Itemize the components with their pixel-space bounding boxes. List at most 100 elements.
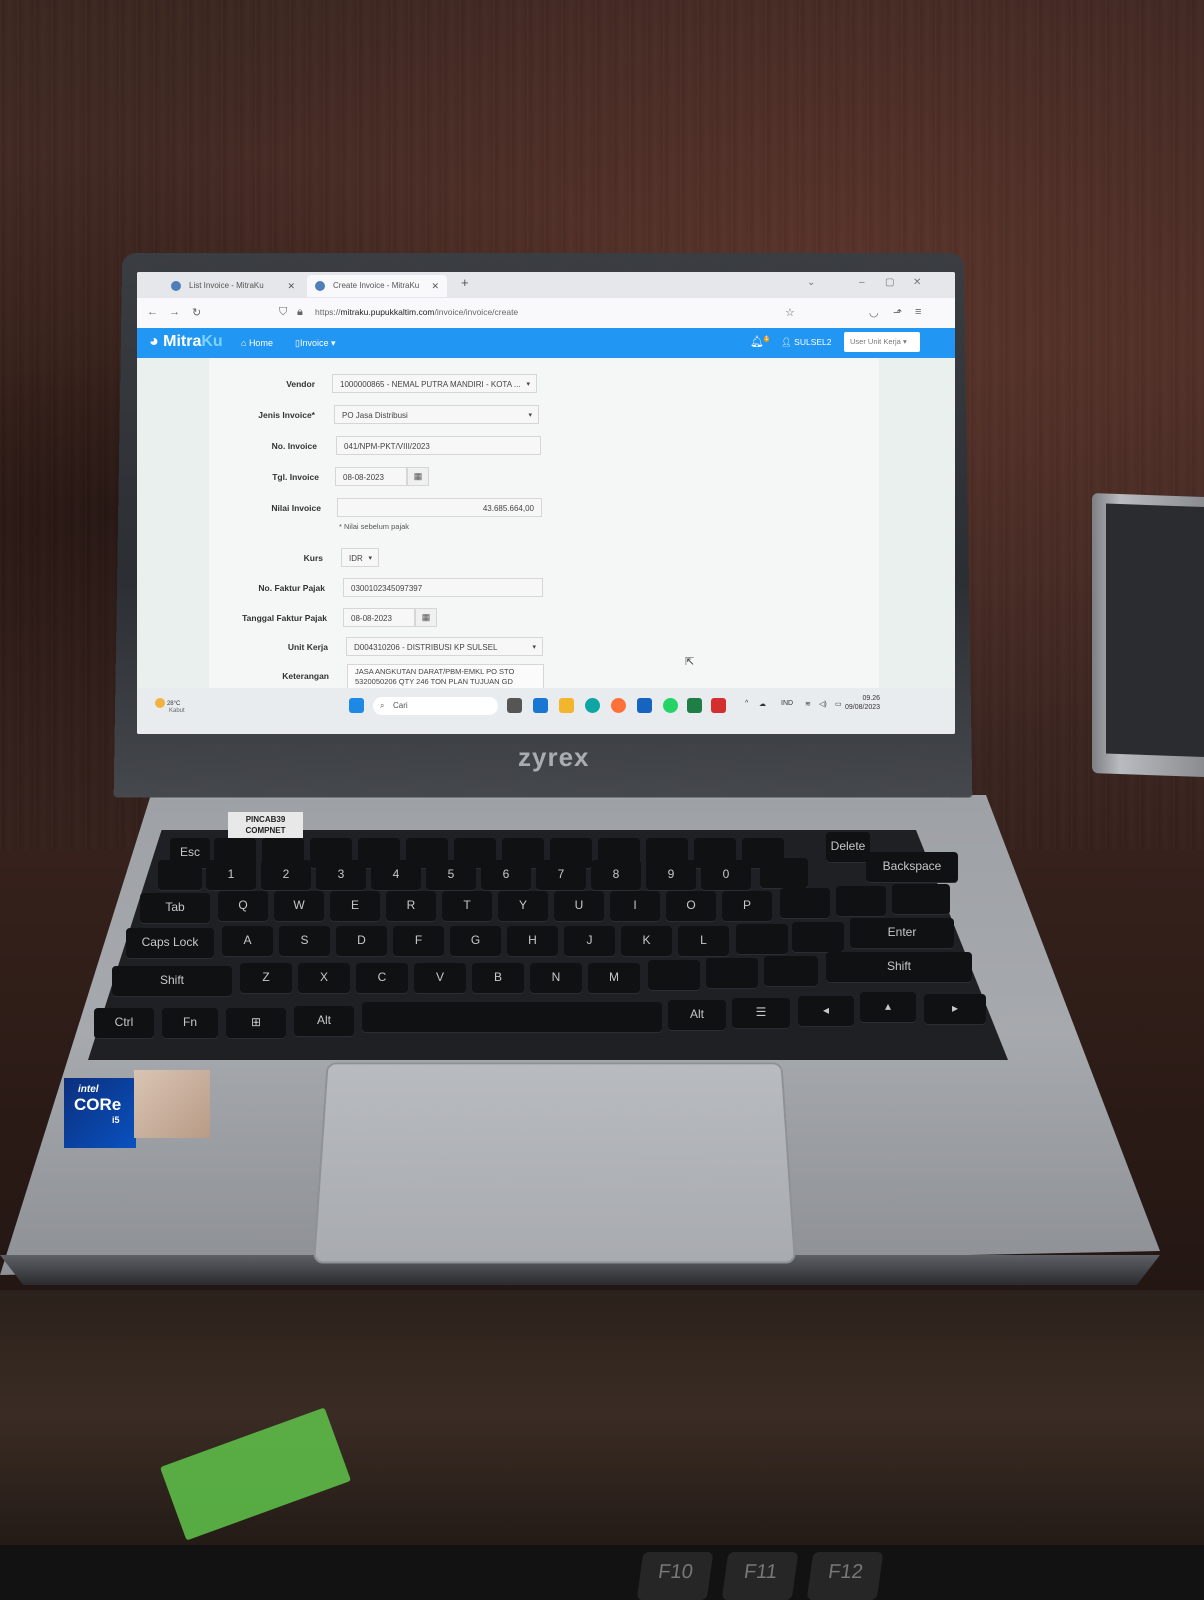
vendor-select[interactable]: 1000000865 - NEMAL PUTRA MANDIRI - KOTA … bbox=[332, 374, 537, 393]
key-5[interactable]: 5 bbox=[426, 860, 476, 890]
lock-icon[interactable]: 🔒︎ bbox=[297, 306, 303, 319]
key-e[interactable]: E bbox=[330, 891, 380, 921]
mitraku-logo[interactable]: ◕ MitraKu bbox=[149, 333, 223, 351]
key-9[interactable]: 9 bbox=[646, 860, 696, 890]
key-s[interactable]: S bbox=[279, 926, 330, 956]
minimize-icon[interactable]: – bbox=[859, 277, 865, 288]
key-slash[interactable] bbox=[764, 956, 818, 986]
key-b[interactable]: B bbox=[472, 963, 524, 993]
key-delete[interactable]: Delete bbox=[826, 832, 870, 862]
key-bracket-open[interactable] bbox=[780, 888, 830, 918]
file-explorer-icon[interactable] bbox=[559, 698, 574, 713]
key-h[interactable]: H bbox=[507, 926, 558, 956]
key-8[interactable]: 8 bbox=[591, 860, 641, 890]
key-shift-right[interactable]: Shift bbox=[826, 952, 972, 982]
key-u[interactable]: U bbox=[554, 891, 604, 921]
key-n[interactable]: N bbox=[530, 963, 582, 993]
key-g[interactable]: G bbox=[450, 926, 501, 956]
maximize-icon[interactable]: ▢ bbox=[885, 277, 894, 288]
key-6[interactable]: 6 bbox=[481, 860, 531, 890]
tray-chevron-icon[interactable]: ^ bbox=[745, 700, 748, 707]
key-7[interactable]: 7 bbox=[536, 860, 586, 890]
no-faktur-pajak-input[interactable]: 0300102345097397 bbox=[343, 578, 543, 597]
url-input[interactable]: https://mitraku.pupukkaltim.com/invoice/… bbox=[315, 307, 518, 317]
key-p[interactable]: P bbox=[722, 891, 772, 921]
calendar-icon[interactable]: ▦ bbox=[415, 608, 437, 627]
forward-icon[interactable]: → bbox=[169, 306, 180, 318]
key-4[interactable]: 4 bbox=[371, 860, 421, 890]
unit-kerja-select[interactable]: D004310206 - DISTRIBUSI KP SULSEL ▾ bbox=[346, 637, 543, 656]
key-menu[interactable]: ☰ bbox=[732, 998, 790, 1028]
jenis-invoice-select[interactable]: PO Jasa Distribusi ▾ bbox=[334, 405, 539, 424]
nav-home[interactable]: ⌂ Home bbox=[241, 338, 273, 348]
key-quote[interactable] bbox=[792, 922, 844, 952]
key-d[interactable]: D bbox=[336, 926, 387, 956]
firefox-icon[interactable] bbox=[611, 698, 626, 713]
key-minus[interactable] bbox=[760, 858, 808, 888]
key-enter[interactable]: Enter bbox=[850, 918, 954, 948]
key-a[interactable]: A bbox=[222, 926, 273, 956]
key-space[interactable] bbox=[362, 1002, 662, 1032]
key-2[interactable]: 2 bbox=[261, 860, 311, 890]
bookmark-star-icon[interactable]: ☆ bbox=[785, 306, 795, 319]
nav-invoice-dropdown[interactable]: ▯Invoice ▾ bbox=[295, 338, 336, 349]
no-invoice-input[interactable]: 041/NPM-PKT/VIII/2023 bbox=[336, 436, 541, 455]
windows-start-icon[interactable] bbox=[349, 698, 364, 713]
tgl-invoice-input[interactable]: 08-08-2023 bbox=[335, 467, 407, 486]
wifi-icon[interactable]: ≋ bbox=[805, 700, 811, 708]
key-arrow-left[interactable]: ◂ bbox=[798, 996, 854, 1026]
store-icon[interactable] bbox=[637, 698, 652, 713]
trackpad[interactable] bbox=[312, 1062, 797, 1264]
key-m[interactable]: M bbox=[588, 963, 640, 993]
key-alt-left[interactable]: Alt bbox=[294, 1006, 354, 1036]
key-arrow-up[interactable]: ▴ bbox=[860, 992, 916, 1022]
key-comma[interactable] bbox=[648, 960, 700, 990]
excel-icon[interactable] bbox=[687, 698, 702, 713]
key-period[interactable] bbox=[706, 958, 758, 988]
onedrive-icon[interactable]: ☁ bbox=[759, 700, 766, 708]
key-r[interactable]: R bbox=[386, 891, 436, 921]
volume-icon[interactable]: ◁) bbox=[819, 700, 827, 708]
task-view-icon[interactable] bbox=[507, 698, 522, 713]
key-ctrl[interactable]: Ctrl bbox=[94, 1008, 154, 1038]
key-k[interactable]: K bbox=[621, 926, 672, 956]
key-l[interactable]: L bbox=[678, 926, 729, 956]
key-shift-left[interactable]: Shift bbox=[112, 966, 232, 996]
tab-list-icon[interactable]: ⌄ bbox=[807, 277, 815, 288]
key-1[interactable]: 1 bbox=[206, 860, 256, 890]
acrobat-icon[interactable] bbox=[711, 698, 726, 713]
edge-icon[interactable] bbox=[585, 698, 600, 713]
user-menu[interactable]: 👤︎ SULSEL2 bbox=[781, 337, 832, 348]
weather-widget[interactable]: 28°C Kabut bbox=[155, 698, 185, 714]
key-c[interactable]: C bbox=[356, 963, 408, 993]
key-y[interactable]: Y bbox=[498, 891, 548, 921]
key-z[interactable]: Z bbox=[240, 963, 292, 993]
key-i[interactable]: I bbox=[610, 891, 660, 921]
taskbar-search[interactable]: ⌕ Cari bbox=[373, 697, 498, 715]
key-alt-right[interactable]: Alt bbox=[668, 1000, 726, 1030]
key-backspace[interactable]: Backspace bbox=[866, 852, 958, 882]
key-backslash[interactable] bbox=[892, 884, 950, 914]
menu-icon[interactable]: ≡ bbox=[915, 306, 921, 318]
key-0[interactable]: 0 bbox=[701, 860, 751, 890]
key-fn[interactable]: Fn bbox=[162, 1008, 218, 1038]
key-3[interactable]: 3 bbox=[316, 860, 366, 890]
key-arrow-right[interactable]: ▸ bbox=[924, 994, 986, 1024]
key-v[interactable]: V bbox=[414, 963, 466, 993]
key-caps-lock[interactable]: Caps Lock bbox=[126, 928, 214, 958]
close-tab-icon[interactable]: ✕ bbox=[431, 275, 439, 297]
close-window-icon[interactable]: ✕ bbox=[913, 277, 921, 288]
tanggal-faktur-pajak-input[interactable]: 08-08-2023 bbox=[343, 608, 415, 627]
tab-list-invoice[interactable]: List Invoice - MitraKu ✕ bbox=[163, 275, 303, 297]
key-j[interactable]: J bbox=[564, 926, 615, 956]
shield-icon[interactable]: ⛉ bbox=[279, 306, 287, 319]
key-tilde[interactable] bbox=[158, 860, 202, 890]
key-windows[interactable]: ⊞ bbox=[226, 1008, 286, 1038]
key-f[interactable]: F bbox=[393, 926, 444, 956]
language-indicator[interactable]: IND bbox=[781, 700, 793, 707]
whatsapp-icon[interactable] bbox=[663, 698, 678, 713]
key-tab[interactable]: Tab bbox=[140, 893, 210, 923]
tab-create-invoice[interactable]: Create Invoice - MitraKu ✕ bbox=[307, 275, 447, 297]
key-semicolon[interactable] bbox=[736, 924, 788, 954]
key-t[interactable]: T bbox=[442, 891, 492, 921]
